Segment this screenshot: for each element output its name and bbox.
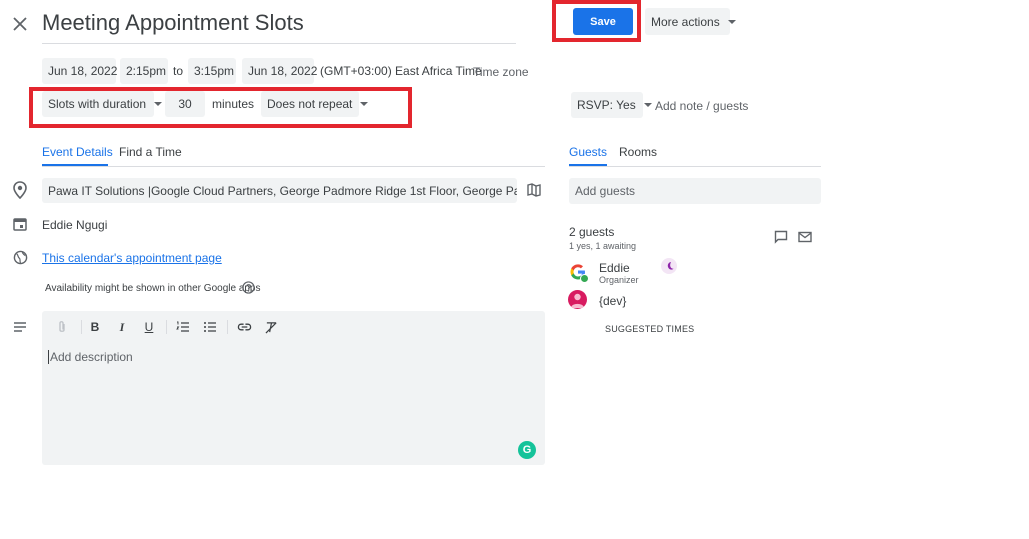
underline-icon[interactable]: U (140, 318, 158, 336)
end-date-button[interactable]: Jun 18, 2022 (242, 58, 317, 84)
moon-icon (661, 258, 677, 274)
save-button[interactable]: Save (573, 8, 633, 35)
accepted-check-icon (580, 274, 589, 283)
availability-note: Availability might be shown in other Goo… (45, 283, 261, 294)
link-icon[interactable] (235, 318, 253, 336)
slots-mode-label: Slots with duration (48, 97, 147, 111)
event-title-input[interactable]: Meeting Appointment Slots (42, 10, 320, 44)
description-placeholder: Add description (48, 350, 133, 364)
chevron-down-icon (360, 102, 369, 106)
tabs-divider (42, 166, 545, 167)
slots-mode-dropdown[interactable]: Slots with duration (42, 91, 163, 117)
appointment-page-link[interactable]: This calendar's appointment page (42, 251, 222, 265)
location-pin-icon (11, 181, 29, 199)
duration-unit-label: minutes (212, 97, 255, 111)
map-icon[interactable] (525, 181, 543, 199)
calendar-icon (11, 215, 29, 233)
chevron-down-icon (727, 19, 736, 24)
globe-icon (11, 248, 29, 266)
rsvp-dropdown[interactable]: RSVP: Yes (571, 92, 652, 118)
suggested-times-button[interactable]: SUGGESTED TIMES (605, 324, 694, 334)
chevron-down-icon (154, 102, 163, 106)
duration-input[interactable]: 30 (165, 91, 205, 117)
attachment-icon[interactable] (53, 318, 71, 336)
tab-find-a-time[interactable]: Find a Time (119, 145, 182, 159)
more-actions-label: More actions (651, 14, 720, 29)
description-lines-icon (11, 319, 29, 335)
avatar (568, 262, 589, 283)
repeat-dropdown[interactable]: Does not repeat (261, 91, 369, 117)
description-editor[interactable]: B I U Add description G (42, 311, 545, 465)
guest-role: Organizer (599, 275, 639, 285)
add-guests-input[interactable]: Add guests (569, 178, 821, 204)
toolbar-separator (166, 320, 167, 334)
tab-rooms[interactable]: Rooms (619, 145, 657, 159)
timezone-text: (GMT+03:00) East Africa Time (320, 64, 482, 78)
guest-tabs-divider (569, 166, 821, 167)
tab-guests[interactable]: Guests (569, 145, 607, 159)
repeat-label: Does not repeat (267, 97, 353, 111)
bold-icon[interactable]: B (86, 318, 104, 336)
more-actions-button[interactable]: More actions (645, 8, 736, 35)
guest-name: Eddie (599, 261, 630, 275)
calendar-owner: Eddie Ngugi (42, 218, 108, 232)
location-input[interactable]: Pawa IT Solutions |Google Cloud Partners… (42, 178, 517, 203)
help-icon[interactable] (241, 280, 256, 295)
bulleted-list-icon[interactable] (201, 318, 219, 336)
title-underline (42, 43, 516, 44)
guest-count: 2 guests (569, 225, 615, 239)
rsvp-label: RSVP: Yes (577, 98, 636, 112)
toolbar-separator (227, 320, 228, 334)
clear-formatting-icon[interactable] (262, 318, 280, 336)
chevron-down-icon (643, 103, 652, 107)
toolbar-separator (81, 320, 82, 334)
message-icon[interactable] (772, 229, 790, 245)
tab-event-details[interactable]: Event Details (42, 145, 113, 159)
guest-summary: 1 yes, 1 awaiting (569, 241, 637, 251)
start-time-button[interactable]: 2:15pm (120, 58, 168, 84)
numbered-list-icon[interactable] (174, 318, 192, 336)
email-icon[interactable] (796, 229, 814, 245)
grammarly-icon[interactable]: G (518, 441, 536, 459)
end-time-button[interactable]: 3:15pm (188, 58, 236, 84)
to-label: to (173, 64, 184, 78)
add-note-guests-link[interactable]: Add note / guests (655, 99, 748, 113)
close-icon[interactable] (10, 14, 30, 34)
guest-name: {dev} (599, 294, 627, 308)
avatar (568, 290, 587, 309)
italic-icon[interactable]: I (113, 318, 131, 336)
timezone-link[interactable]: Time zone (473, 65, 529, 79)
start-date-button[interactable]: Jun 18, 2022 (42, 58, 117, 84)
